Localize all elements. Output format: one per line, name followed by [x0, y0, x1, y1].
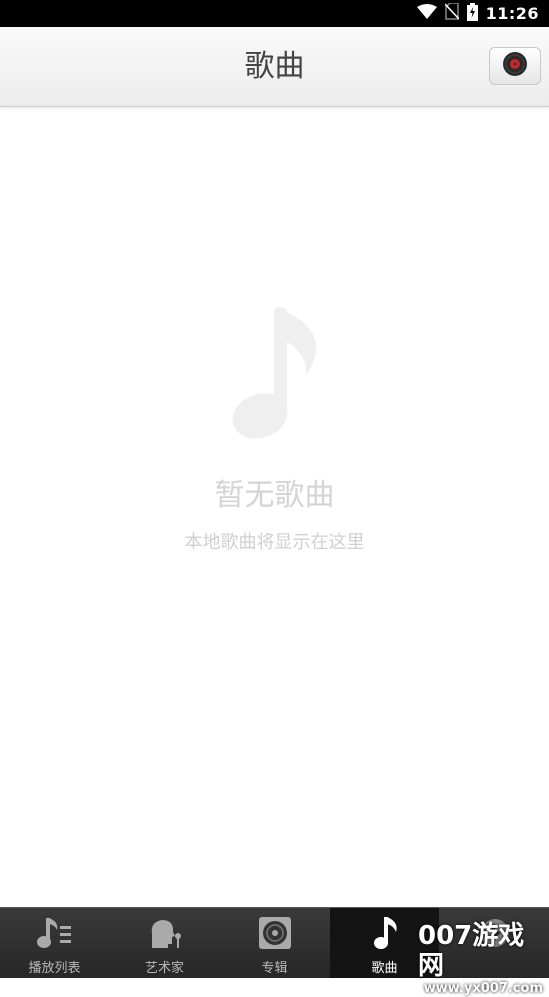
tab-label: 歌曲	[371, 961, 398, 976]
tab-albums[interactable]: 专辑	[220, 908, 329, 978]
tab-label: 播放列表	[28, 961, 81, 976]
now-playing-button[interactable]	[489, 47, 541, 85]
music-note-icon	[230, 305, 320, 445]
tab-label: 专辑	[261, 961, 288, 976]
wifi-icon	[416, 3, 437, 24]
app-header: 歌曲	[0, 27, 549, 107]
no-sim-icon	[443, 2, 460, 24]
artist-icon	[145, 915, 185, 951]
battery-charging-icon	[466, 2, 478, 25]
watermark-url: www.yx007.com	[423, 981, 543, 996]
watermark-brand: 007游戏网	[418, 921, 525, 981]
tab-playlists[interactable]: 播放列表	[0, 908, 109, 978]
watermark: 007游戏网 www.yx007.com	[418, 921, 549, 996]
status-bar: 11:26	[0, 0, 549, 27]
playlist-icon	[35, 915, 75, 951]
album-icon	[255, 915, 295, 951]
empty-title: 暂无歌曲	[214, 478, 335, 513]
empty-subtitle: 本地歌曲将显示在这里	[184, 532, 365, 553]
page-title: 歌曲	[244, 49, 305, 84]
record-disc-icon	[502, 51, 528, 81]
status-time: 11:26	[485, 4, 539, 23]
music-note-icon	[365, 915, 405, 951]
tab-artists[interactable]: 艺术家	[110, 908, 219, 978]
tab-label: 艺术家	[144, 961, 184, 976]
status-icons: 11:26	[416, 0, 539, 27]
